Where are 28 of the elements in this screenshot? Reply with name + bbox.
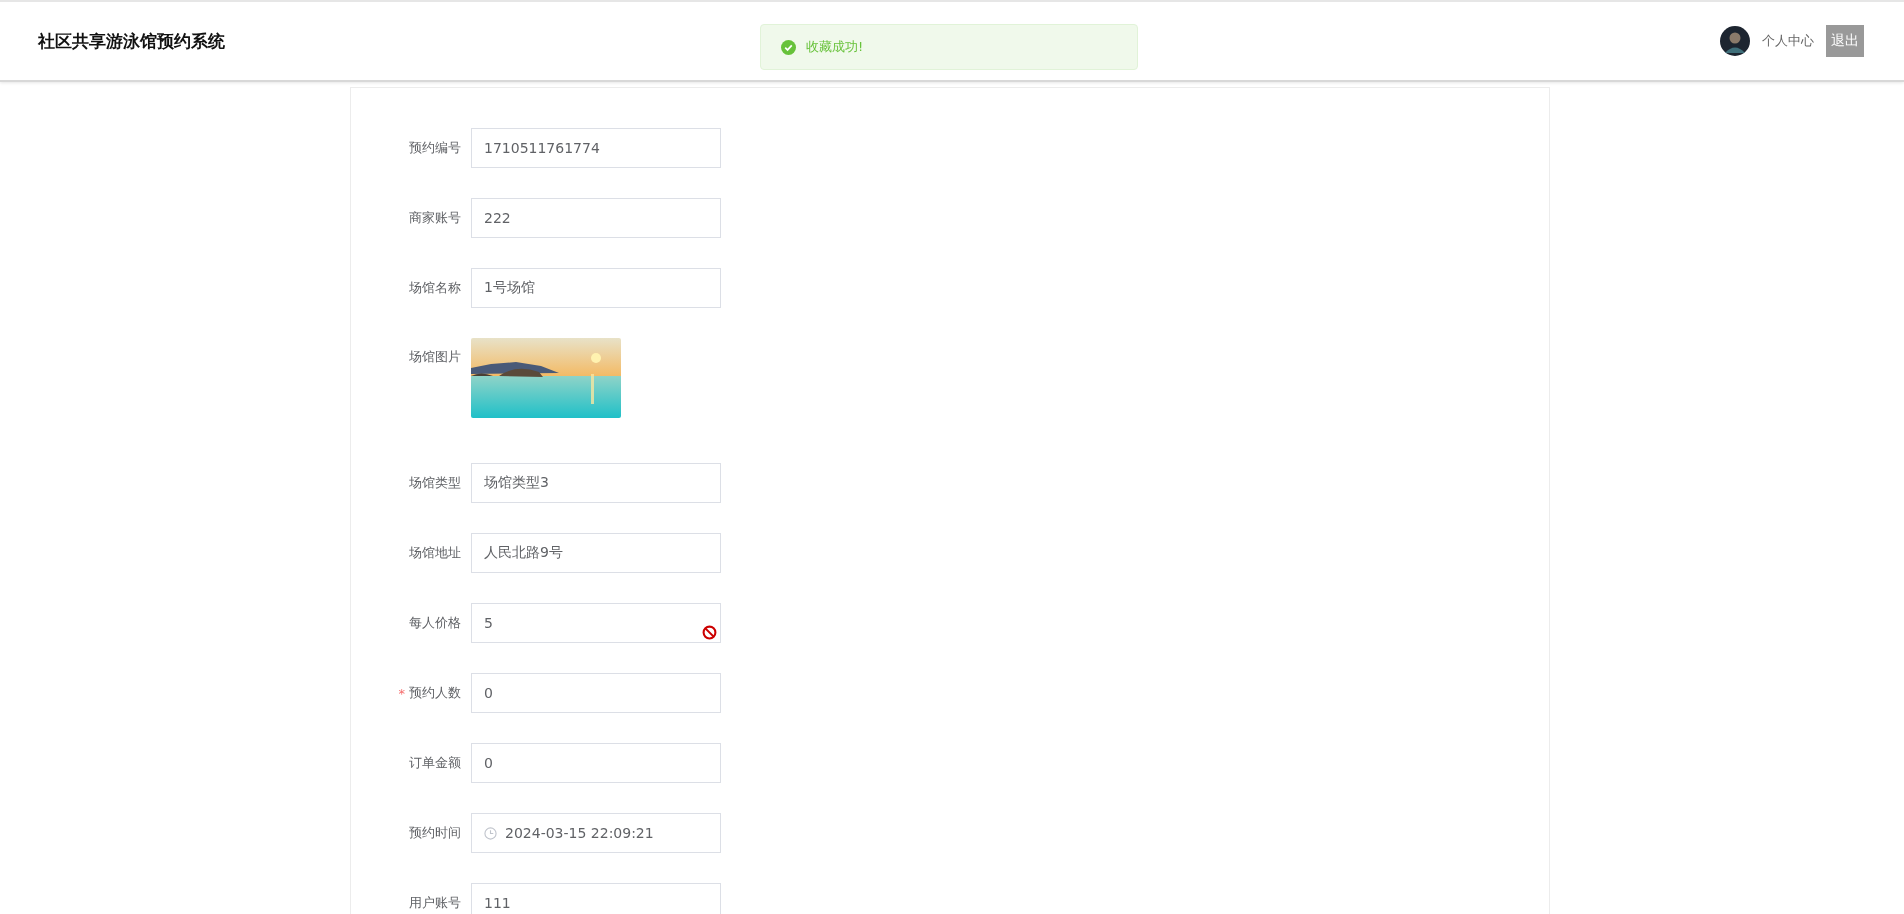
field-label: 用户账号 [409, 894, 461, 912]
field-label: 预约时间 [409, 824, 461, 842]
profile-link[interactable]: 个人中心 [1762, 32, 1814, 50]
field-label: 每人价格 [409, 614, 461, 632]
input-field[interactable]: 0 [471, 743, 721, 783]
site-title: 社区共享游泳馆预约系统 [38, 29, 225, 53]
input-field[interactable]: 人民北路9号 [471, 533, 721, 573]
input-field[interactable]: 0 [471, 673, 721, 713]
input-field[interactable]: 1710511761774 [471, 128, 721, 168]
input-field[interactable]: 场馆类型3 [471, 463, 721, 503]
check-icon [781, 39, 796, 55]
field-label: 预约编号 [409, 139, 461, 157]
field-label: 场馆类型 [409, 474, 461, 492]
toast-message: 收藏成功! [806, 38, 864, 56]
field-label: 订单金额 [409, 754, 461, 772]
input-field[interactable]: 5 [471, 603, 721, 643]
field-label: 商家账号 [409, 209, 461, 227]
input-field[interactable]: 222 [471, 198, 721, 238]
field-label: 预约人数 [409, 684, 461, 702]
date-time-field[interactable]: 2024-03-15 22:09:21 [471, 813, 721, 853]
required-mark: * [398, 685, 405, 701]
avatar-icon[interactable] [1720, 26, 1750, 56]
field-label: 场馆地址 [409, 544, 461, 562]
field-label: 场馆名称 [409, 279, 461, 297]
field-label: 场馆图片 [409, 348, 461, 366]
input-field[interactable]: 1号场馆 [471, 268, 721, 308]
input-field[interactable]: 111 [471, 883, 721, 914]
clock-icon [484, 826, 497, 840]
